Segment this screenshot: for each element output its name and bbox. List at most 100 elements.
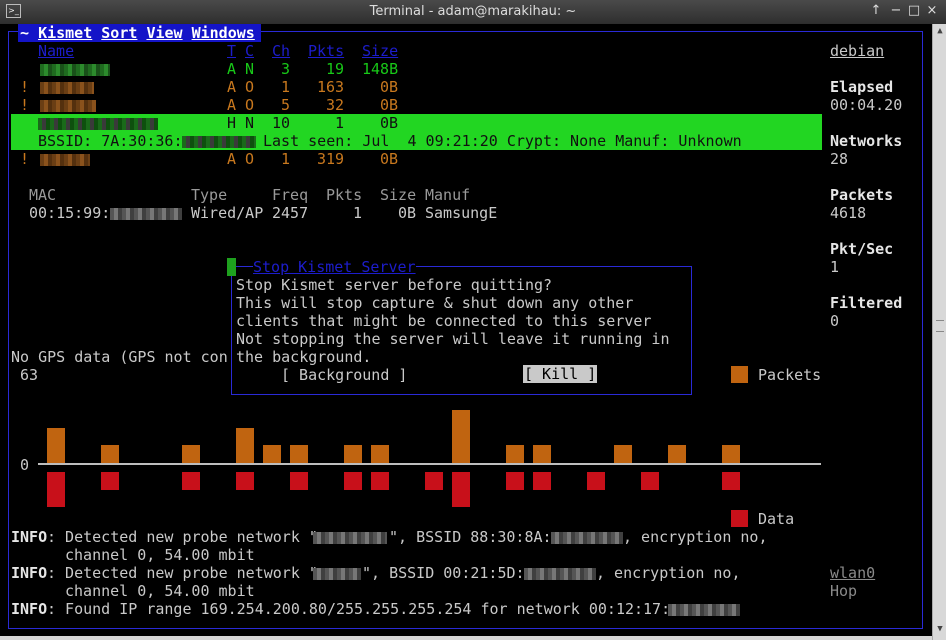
network-packets: 163 [317, 78, 345, 96]
interface-state: Hop [830, 582, 858, 600]
network-packets: 319 [317, 150, 345, 168]
maximize-icon[interactable]: □ [906, 3, 922, 18]
menu-kismet[interactable]: Kismet [38, 24, 92, 42]
network-size: 0B [380, 78, 399, 96]
window-title: Terminal - adam@marakihau: ~ [369, 4, 577, 19]
network-crypt: O [245, 78, 255, 96]
redacted-mac [668, 603, 740, 616]
data-bar [344, 472, 362, 490]
network-channel: 1 [281, 150, 291, 168]
packets-bar [614, 445, 632, 463]
network-channel: 10 [272, 114, 291, 132]
kill-button[interactable]: [ Kill ] [523, 365, 598, 383]
log-text: : Detected new probe network " [47, 528, 318, 546]
close-icon[interactable]: × [924, 3, 940, 18]
packets-bar [452, 410, 470, 463]
data-bar [236, 472, 254, 490]
background-button[interactable]: [ Background ] [281, 366, 407, 384]
network-flag: ! [20, 96, 30, 114]
kismet-menubar: ~ Kismet Sort View Windows [18, 24, 261, 42]
col-client-packets-header[interactable]: Pkts [326, 186, 362, 204]
log-text: channel 0, 54.00 mbit [65, 546, 255, 564]
interface-name[interactable]: wlan0 [830, 564, 875, 582]
client-packets: 1 [353, 204, 363, 222]
redacted-ssid [313, 567, 361, 580]
terminal-scrollbar[interactable]: ▲ ▼ [932, 24, 946, 640]
packets-bar [722, 445, 740, 463]
client-manufacturer: SamsungE [425, 204, 498, 222]
menu-sort[interactable]: Sort [101, 24, 137, 42]
network-type: H [227, 114, 237, 132]
dialog-cursor [227, 258, 236, 276]
client-type: Wired/AP [191, 204, 264, 222]
packets-bar [290, 445, 308, 463]
network-size: 0B [380, 96, 399, 114]
log-text: : Found IP range 169.254.200.80/255.255.… [47, 600, 671, 618]
col-name-header[interactable]: Name [38, 42, 74, 60]
redacted-bssid [182, 135, 256, 148]
network-crypt: O [245, 150, 255, 168]
redacted-ssid [40, 81, 94, 94]
col-client-type-header[interactable]: Type [191, 186, 227, 204]
client-mac: 00:15:99: [29, 204, 111, 222]
network-type: A [227, 60, 237, 78]
network-crypt: O [245, 96, 255, 114]
data-bar [182, 472, 200, 490]
dialog-line: clients that might be connected to this … [236, 312, 652, 330]
data-bar [290, 472, 308, 490]
packets-bar [182, 445, 200, 463]
server-hostname[interactable]: debian [830, 42, 884, 60]
log-text: , encryption no, [596, 564, 741, 582]
data-bar [452, 472, 470, 507]
minimize-icon[interactable]: − [888, 3, 904, 18]
packets-bar [101, 445, 119, 463]
col-crypt-header[interactable]: C [245, 42, 254, 60]
stat-value-pkt-sec: 1 [830, 258, 840, 276]
dialog-line: the background. [236, 348, 372, 366]
packets-bar [263, 445, 281, 463]
terminal-screen[interactable]: ~ Kismet Sort View Windows Name T C Ch P… [0, 24, 932, 636]
packets-bar [47, 428, 65, 463]
log-tag: INFO [11, 564, 48, 582]
redacted-ssid [38, 117, 158, 130]
redacted-ssid [40, 63, 110, 76]
network-packets: 1 [335, 114, 345, 132]
stat-label-elapsed: Elapsed [830, 78, 894, 96]
network-size: 0B [380, 114, 399, 132]
menu-view[interactable]: View [146, 24, 182, 42]
packets-bar [236, 428, 254, 463]
data-bar [425, 472, 443, 490]
scroll-up-icon[interactable]: ▲ [933, 26, 946, 40]
menu-prefix: ~ [20, 24, 39, 42]
data-bar [47, 472, 65, 507]
redacted-mac [110, 207, 182, 220]
stat-label-filtered: Filtered [830, 294, 903, 312]
selected-bssid-label: BSSID: 7A:30:36: [38, 132, 183, 150]
legend-packets-swatch [731, 366, 748, 383]
col-freq-header[interactable]: Freq [272, 186, 308, 204]
keep-above-icon[interactable]: ↑ [868, 3, 884, 18]
packets-bar [371, 445, 389, 463]
col-size-header[interactable]: Size [362, 42, 398, 60]
col-channel-header[interactable]: Ch [272, 42, 290, 60]
scrollbar-thumb[interactable] [936, 320, 944, 332]
stat-label-networks: Networks [830, 132, 903, 150]
scroll-down-icon[interactable]: ▼ [933, 624, 946, 638]
terminal-window: >_ Terminal - adam@marakihau: ~ ↑ − □ × … [0, 0, 946, 640]
legend-packets-label: Packets [758, 366, 822, 384]
col-type-header[interactable]: T [227, 42, 236, 60]
network-type: A [227, 96, 237, 114]
menu-windows[interactable]: Windows [192, 24, 255, 42]
graph-axis [38, 463, 821, 465]
col-packets-header[interactable]: Pkts [308, 42, 344, 60]
network-packets: 32 [326, 96, 345, 114]
col-manuf-header[interactable]: Manuf [425, 186, 470, 204]
selected-network-detail: Last seen: Jul 4 09:21:20 Crypt: None Ma… [263, 132, 742, 150]
network-packets: 19 [326, 60, 345, 78]
col-client-size-header[interactable]: Size [380, 186, 416, 204]
title-bar[interactable]: >_ Terminal - adam@marakihau: ~ ↑ − □ × [0, 0, 946, 24]
packets-bar [344, 445, 362, 463]
col-mac-header[interactable]: MAC [29, 186, 56, 204]
data-bar [101, 472, 119, 490]
redacted-ssid [40, 99, 96, 112]
